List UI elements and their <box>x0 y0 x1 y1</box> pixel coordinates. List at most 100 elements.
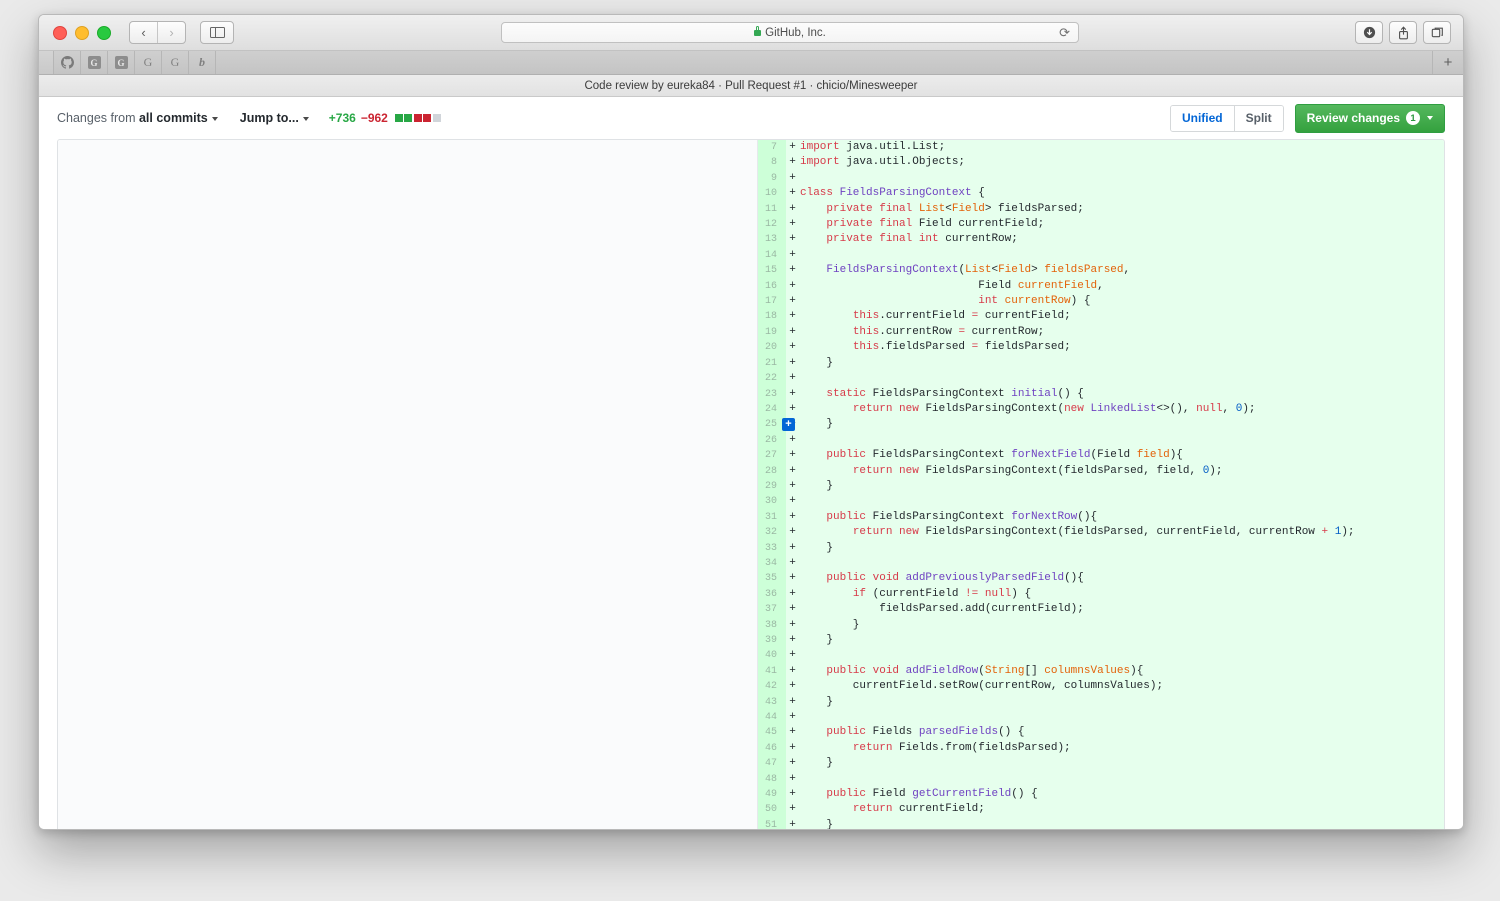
diff-line-row[interactable]: 45 + public Fields parsedFields() { <box>758 725 1444 741</box>
diff-line-row[interactable]: 18 + this.currentField = currentField; <box>758 309 1444 325</box>
diff-line-row[interactable]: 17 + int currentRow) { <box>758 294 1444 310</box>
diff-line-row[interactable]: 9 + <box>758 170 1444 187</box>
diff-line-row[interactable]: 36 + if (currentField != null) { <box>758 586 1444 603</box>
diff-line-number[interactable]: 50 <box>758 802 786 818</box>
diff-line-number[interactable]: 49 <box>758 787 786 803</box>
diff-line-row[interactable]: 19 + this.currentRow = currentRow; <box>758 324 1444 341</box>
sidebar-toggle-button[interactable] <box>200 21 234 44</box>
diff-line-number[interactable]: 39 <box>758 633 786 649</box>
diff-line-number[interactable]: 15 <box>758 263 786 279</box>
diff-line-row[interactable]: 37 + fieldsParsed.add(currentField); <box>758 602 1444 618</box>
diff-line-number[interactable]: 43 <box>758 694 786 711</box>
diff-line-row[interactable]: 44 + <box>758 710 1444 726</box>
diff-line-number[interactable]: 48 <box>758 771 786 788</box>
diff-line-row[interactable]: 20 + this.fieldsParsed = fieldsParsed; <box>758 340 1444 356</box>
address-bar[interactable]: GitHub, Inc. ⟳ <box>501 22 1079 43</box>
diff-line-number[interactable]: 30 <box>758 494 786 510</box>
diff-line-row[interactable]: 32 + return new FieldsParsingContext(fiel… <box>758 525 1444 541</box>
diff-right-pane[interactable]: 7 + import java.util.List; 8 + import java.ut… <box>758 140 1444 829</box>
diff-line-row[interactable]: 16 + Field currentField, <box>758 278 1444 295</box>
diff-line-number[interactable]: 14 <box>758 247 786 264</box>
diff-line-row[interactable]: 25++ } <box>758 417 1444 433</box>
diff-line-row[interactable]: 22 + <box>758 371 1444 387</box>
split-view-button[interactable]: Split <box>1233 105 1283 131</box>
diff-line-row[interactable]: 10 + class FieldsParsingContext { <box>758 186 1444 202</box>
diff-line-row[interactable]: 29 + } <box>758 478 1444 495</box>
show-all-tabs-button[interactable] <box>1423 21 1451 44</box>
diff-line-row[interactable]: 39 + } <box>758 633 1444 649</box>
diff-line-number[interactable]: 7 <box>758 140 786 156</box>
diff-line-number[interactable]: 33 <box>758 540 786 556</box>
diff-line-row[interactable]: 50 + return currentField; <box>758 802 1444 818</box>
new-tab-button[interactable]: + <box>1433 51 1463 74</box>
tab-bing[interactable]: b <box>189 51 216 74</box>
diff-line-row[interactable]: 28 + return new FieldsParsingContext(fiel… <box>758 463 1444 479</box>
reload-icon[interactable]: ⟳ <box>1059 26 1070 39</box>
diff-line-number[interactable]: 51 <box>758 817 786 829</box>
diff-line-row[interactable]: 8 + import java.util.Objects; <box>758 155 1444 171</box>
diff-line-row[interactable]: 35 + public void addPreviouslyParsedField… <box>758 571 1444 587</box>
changes-from-dropdown[interactable]: Changes from all commits <box>57 111 218 125</box>
diff-line-number[interactable]: 13 <box>758 232 786 248</box>
diff-line-row[interactable]: 30 + <box>758 494 1444 510</box>
diff-line-number[interactable]: 37 <box>758 602 786 618</box>
diff-line-row[interactable]: 27 + public FieldsParsingContext forNextF… <box>758 448 1444 464</box>
diff-line-number[interactable]: 17 <box>758 294 786 310</box>
add-line-comment-button[interactable]: + <box>782 418 795 432</box>
review-changes-button[interactable]: Review changes 1 <box>1294 103 1445 133</box>
diff-line-number[interactable]: 10 <box>758 186 786 202</box>
diff-line-number[interactable]: 27 <box>758 448 786 464</box>
tab-google-4[interactable]: G <box>135 51 162 74</box>
diff-line-row[interactable]: 31 + public FieldsParsingContext forNextR… <box>758 509 1444 526</box>
close-window-button[interactable] <box>53 25 67 40</box>
diff-line-number[interactable]: 42 <box>758 679 786 695</box>
jump-to-dropdown[interactable]: Jump to... <box>240 111 309 125</box>
diff-line-row[interactable]: 26 + <box>758 432 1444 449</box>
zoom-window-button[interactable] <box>97 25 111 40</box>
diff-line-row[interactable]: 48 + <box>758 771 1444 788</box>
diff-line-row[interactable]: 38 + } <box>758 617 1444 633</box>
diff-line-row[interactable]: 14 + <box>758 247 1444 264</box>
diff-line-row[interactable]: 49 + public Field getCurrentField() { <box>758 787 1444 803</box>
diff-line-row[interactable]: 7 + import java.util.List; <box>758 140 1444 156</box>
diff-line-number[interactable]: 24 <box>758 401 786 418</box>
tab-google-2[interactable]: G <box>81 51 108 74</box>
diff-line-number[interactable]: 21 <box>758 355 786 372</box>
diff-line-number[interactable]: 26 <box>758 432 786 449</box>
diff-line-row[interactable]: 15 + FieldsParsingContext(List<Field> fie… <box>758 263 1444 279</box>
diff-line-number[interactable]: 23 <box>758 386 786 402</box>
diff-line-row[interactable]: 40 + <box>758 648 1444 664</box>
diff-line-row[interactable]: 13 + private final int currentRow; <box>758 232 1444 248</box>
diff-line-number[interactable]: 20 <box>758 340 786 356</box>
diff-line-row[interactable]: 42 + currentField.setRow(currentRow, colu… <box>758 679 1444 695</box>
diff-line-row[interactable]: 41 + public void addFieldRow(String[] col… <box>758 663 1444 680</box>
diff-line-row[interactable]: 47 + } <box>758 756 1444 772</box>
diff-line-row[interactable]: 11 + private final List<Field> fieldsPars… <box>758 201 1444 218</box>
diff-line-number[interactable]: 8 <box>758 155 786 171</box>
downloads-button[interactable] <box>1355 21 1383 44</box>
diff-line-row[interactable]: 43 + } <box>758 694 1444 711</box>
diff-line-row[interactable]: 51 + } <box>758 817 1444 829</box>
diff-line-number[interactable]: 19 <box>758 324 786 341</box>
diff-line-number[interactable]: 38 <box>758 617 786 633</box>
minimize-window-button[interactable] <box>75 25 89 40</box>
diff-line-number[interactable]: 16 <box>758 278 786 295</box>
diff-line-number[interactable]: 11 <box>758 201 786 218</box>
tab-google-3[interactable]: G <box>108 51 135 74</box>
diff-line-row[interactable]: 33 + } <box>758 540 1444 556</box>
diff-line-number[interactable]: 40 <box>758 648 786 664</box>
diff-line-number[interactable]: 46 <box>758 740 786 757</box>
diff-line-number[interactable]: 45 <box>758 725 786 741</box>
diff-line-row[interactable]: 23 + static FieldsParsingContext initial(… <box>758 386 1444 402</box>
diff-line-number[interactable]: 9 <box>758 170 786 187</box>
diff-line-row[interactable]: 34 + <box>758 555 1444 572</box>
diff-line-number[interactable]: 35 <box>758 571 786 587</box>
diff-line-number[interactable]: 41 <box>758 663 786 680</box>
share-button[interactable] <box>1389 21 1417 44</box>
diff-line-row[interactable]: 24 + return new FieldsParsingContext(new … <box>758 401 1444 418</box>
diff-line-number[interactable]: 29 <box>758 478 786 495</box>
diff-line-row[interactable]: 21 + } <box>758 355 1444 372</box>
diff-line-row[interactable]: 46 + return Fields.from(fieldsParsed); <box>758 740 1444 757</box>
tab-google-5[interactable]: G <box>162 51 189 74</box>
diff-line-number[interactable]: 25 + <box>758 417 795 433</box>
